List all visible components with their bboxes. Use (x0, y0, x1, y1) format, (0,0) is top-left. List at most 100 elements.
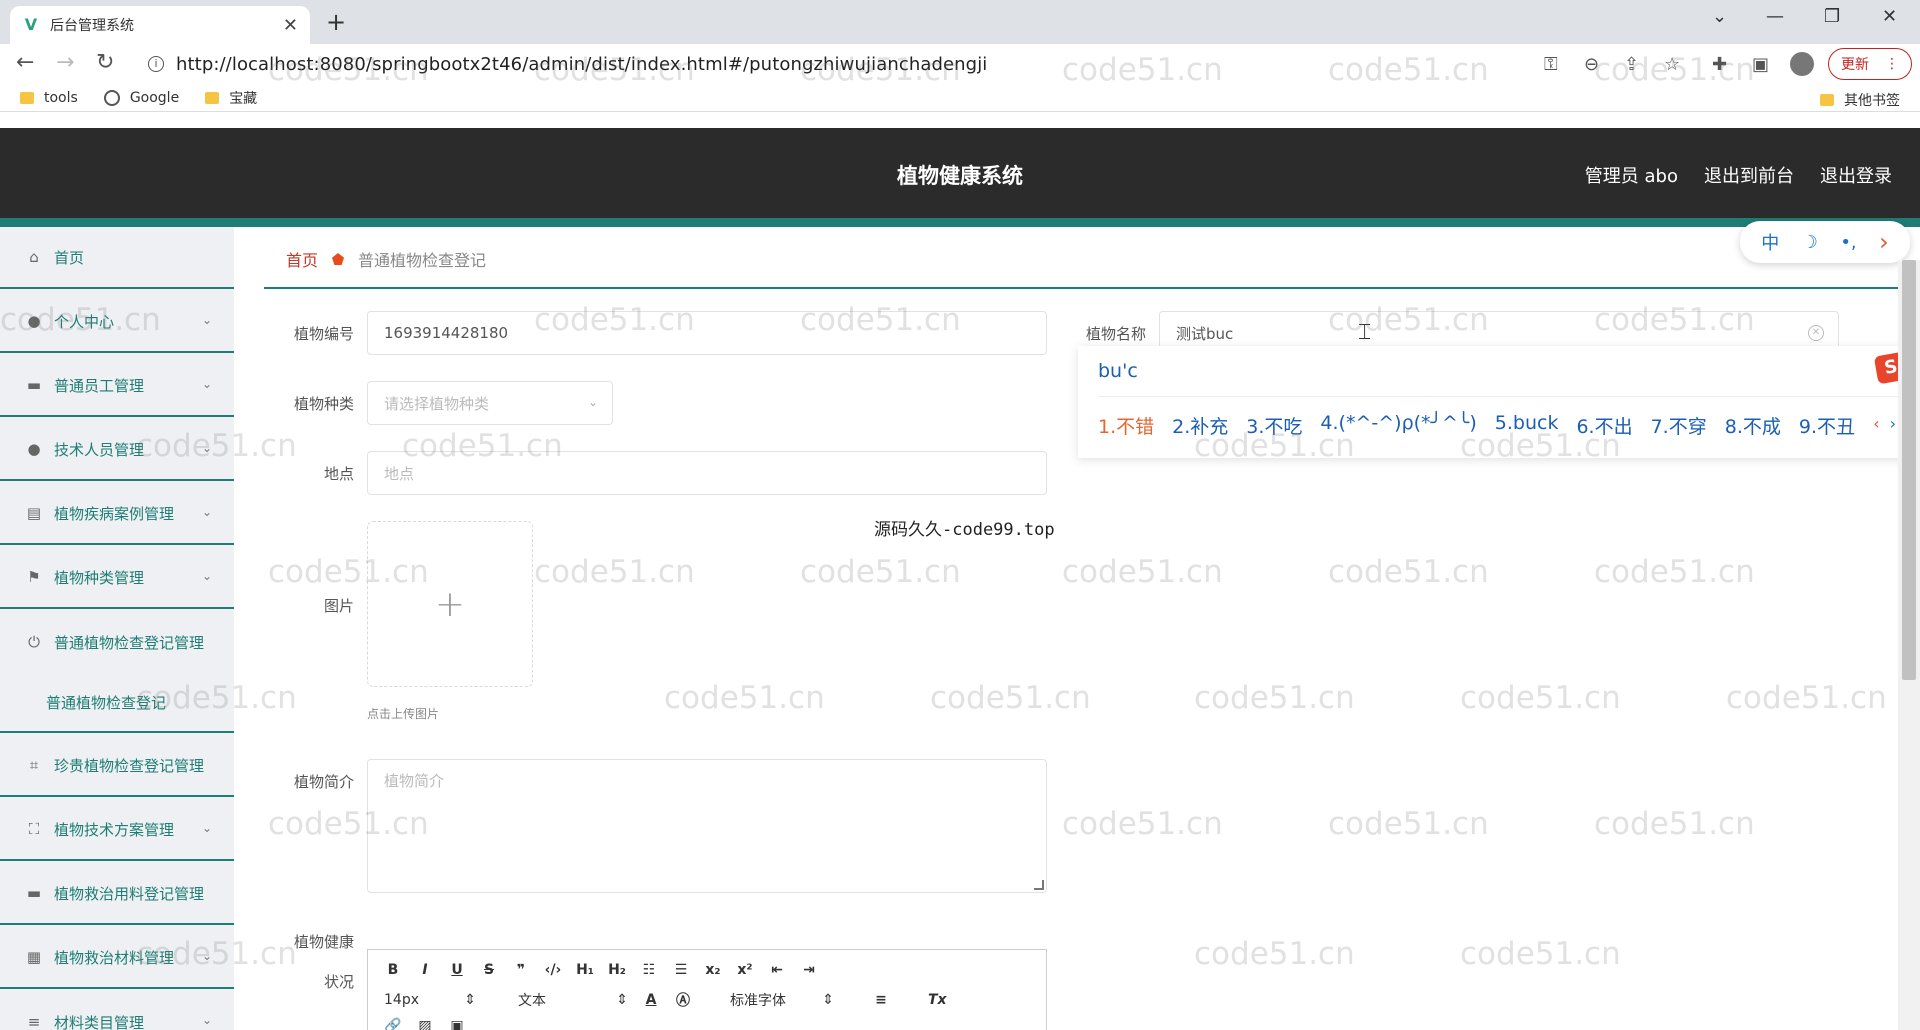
font-color-icon[interactable]: A (642, 992, 660, 1008)
bookmark-treasure[interactable]: 宝藏 (205, 88, 257, 108)
restore-icon[interactable]: ❐ (1824, 6, 1840, 27)
page-scrollbar[interactable] (1898, 260, 1920, 1030)
star-icon[interactable]: ☆ (1664, 54, 1680, 75)
ime-chinese-mode-icon[interactable]: 中 (1761, 229, 1779, 255)
align-icon[interactable]: ≡ (872, 992, 890, 1008)
share-icon[interactable]: ⇪ (1624, 54, 1639, 75)
zoom-icon[interactable]: ⊖ (1584, 54, 1599, 75)
sidebar-item-home[interactable]: ⌂ 首页 (0, 227, 234, 289)
ordered-list-icon[interactable]: ☷ (640, 962, 658, 978)
scrollbar-thumb[interactable] (1902, 260, 1916, 680)
clear-input-icon[interactable]: ✕ (1808, 325, 1824, 341)
ime-candidate[interactable]: 3.不吃 (1246, 412, 1302, 439)
sidebar-item-rescue-materials[interactable]: ▦ 植物救治材料管理 ⌄ (0, 927, 234, 989)
new-tab-button[interactable]: + (326, 8, 346, 36)
sidebar-item-plant-types[interactable]: ⚑ 植物种类管理 ⌄ (0, 547, 234, 609)
sidepanel-icon[interactable]: ▣ (1752, 54, 1769, 75)
close-window-icon[interactable]: ✕ (1882, 6, 1897, 27)
font-family-select[interactable]: 标准字体 ⇕ (730, 990, 834, 1010)
intro-textarea[interactable]: 植物简介 (367, 759, 1047, 893)
bookmark-tools[interactable]: tools (20, 90, 78, 106)
ime-candidate[interactable]: 7.不穿 (1651, 412, 1707, 439)
ime-candidate[interactable]: 1.不错 (1098, 412, 1154, 439)
plant-type-select[interactable]: 请选择植物种类 ⌄ (367, 381, 613, 425)
logout-link[interactable]: 退出登录 (1820, 162, 1892, 188)
sidebar-item-disease-cases[interactable]: ▤ 植物疾病案例管理 ⌄ (0, 483, 234, 545)
home-icon: ⌂ (29, 248, 39, 266)
outdent-icon[interactable]: ⇤ (768, 962, 786, 978)
font-size-select[interactable]: 14px ⇕ (384, 992, 476, 1008)
heading-1-icon[interactable]: H₁ (576, 962, 594, 978)
ime-moon-icon[interactable]: ☽ (1802, 232, 1818, 253)
key-icon[interactable]: ⚿ (1544, 54, 1558, 75)
bookmark-google[interactable]: Google (103, 89, 179, 106)
back-icon[interactable]: ← (16, 50, 34, 75)
ime-candidate[interactable]: 2.补充 (1172, 412, 1228, 439)
indent-icon[interactable]: ⇥ (800, 962, 818, 978)
extensions-icon[interactable]: ✚ (1712, 54, 1727, 75)
close-tab-icon[interactable]: ✕ (283, 15, 298, 36)
tab-search-icon[interactable]: ⌄ (1712, 6, 1727, 27)
ime-candidate[interactable]: 9.不丑 (1799, 412, 1855, 439)
chevron-right-icon[interactable]: › (1890, 414, 1896, 433)
sidebar-item-tech-plans[interactable]: ⛶ 植物技术方案管理 ⌄ (0, 799, 234, 861)
sidebar-subitem-common-inspection[interactable]: 普通植物检查登记 (0, 673, 234, 733)
background-color-icon[interactable]: Ⓐ (674, 990, 692, 1010)
minimize-icon[interactable]: — (1766, 6, 1784, 27)
italic-icon[interactable]: I (416, 962, 434, 978)
sidebar-item-material-categories[interactable]: ≡ 材料类目管理 ⌄ (0, 991, 234, 1030)
clear-format-icon[interactable]: Tx (928, 992, 947, 1008)
health-label-line2: 状况 (323, 973, 354, 991)
sidebar-item-label: 植物疾病案例管理 (54, 504, 175, 523)
address-bar[interactable]: i http://localhost:8080/springbootx2t46/… (138, 48, 1548, 80)
back-to-frontend-link[interactable]: 退出到前台 (1704, 162, 1794, 188)
ime-candidate[interactable]: 8.不成 (1725, 412, 1781, 439)
chevron-left-icon[interactable]: ‹ (1873, 414, 1879, 433)
bold-icon[interactable]: B (384, 962, 402, 978)
profile-avatar-icon[interactable] (1790, 52, 1814, 76)
other-bookmarks[interactable]: 其他书签 (1820, 90, 1900, 110)
forward-icon[interactable]: → (56, 50, 74, 75)
admin-user-link[interactable]: 管理员 abo (1585, 162, 1678, 188)
url-text[interactable]: http://localhost:8080/springbootx2t46/ad… (176, 54, 987, 75)
site-info-icon[interactable]: i (148, 56, 164, 72)
update-button[interactable]: 更新 ⋮ (1828, 48, 1912, 80)
sidebar-item-technicians[interactable]: ● 技术人员管理 ⌄ (0, 419, 234, 481)
subscript-icon[interactable]: x₂ (704, 962, 722, 978)
location-input[interactable]: 地点 (367, 451, 1047, 495)
chevron-down-icon: ⌄ (201, 377, 212, 391)
ime-candidate[interactable]: 6.不出 (1576, 412, 1632, 439)
image-icon[interactable]: ▨ (416, 1018, 434, 1030)
link-icon[interactable]: 🔗 (384, 1018, 402, 1030)
sidebar-item-common-inspection-mgmt[interactable]: ⏻ 普通植物检查登记管理 (0, 611, 234, 673)
folder-icon (20, 91, 34, 104)
heading-2-icon[interactable]: H₂ (608, 962, 626, 978)
sidebar-item-label: 个人中心 (54, 312, 115, 331)
blockquote-icon[interactable]: ❞ (512, 962, 530, 978)
sidebar-item-personal-center[interactable]: ● 个人中心 ⌄ (0, 291, 234, 353)
code-block-icon[interactable]: ‹/› (544, 962, 562, 978)
text-style-select[interactable]: 文本 ⇕ (518, 990, 628, 1010)
sidebar-item-rescue-supplies[interactable]: ▬ 植物救治用料登记管理 (0, 863, 234, 925)
bullet-list-icon[interactable]: ☰ (672, 962, 690, 978)
breadcrumb-home[interactable]: 首页 (286, 247, 318, 271)
ime-expand-icon[interactable]: › (1879, 228, 1889, 256)
ime-candidate[interactable]: 5.buck (1495, 412, 1559, 439)
ime-pinyin: bu'c (1098, 360, 1138, 382)
strike-icon[interactable]: S (480, 962, 498, 978)
sidebar-item-staff[interactable]: ▬ 普通员工管理 ⌄ (0, 355, 234, 417)
ime-toolbar: 中 ☽ •, › (1740, 221, 1910, 263)
underline-icon[interactable]: U (448, 962, 466, 978)
browser-tab[interactable]: V 后台管理系统 ✕ (10, 6, 310, 44)
plant-no-input[interactable]: 1693914428180 (367, 311, 1047, 355)
reload-icon[interactable]: ↻ (96, 50, 114, 75)
ime-punctuation-icon[interactable]: •, (1840, 232, 1856, 253)
image-upload-button[interactable]: + (367, 521, 533, 687)
video-icon[interactable]: ▣ (448, 1018, 466, 1030)
ime-candidate[interactable]: 4.(*^-^)ρ(*╯^╰) (1320, 412, 1476, 439)
sidebar-item-precious-inspection[interactable]: ⌗ 珍贵植物检查登记管理 (0, 735, 234, 797)
sidebar-item-label: 植物技术方案管理 (54, 820, 175, 839)
resize-handle-icon[interactable] (1034, 880, 1044, 890)
superscript-icon[interactable]: x² (736, 962, 754, 978)
flag-icon: ⚑ (27, 568, 41, 586)
